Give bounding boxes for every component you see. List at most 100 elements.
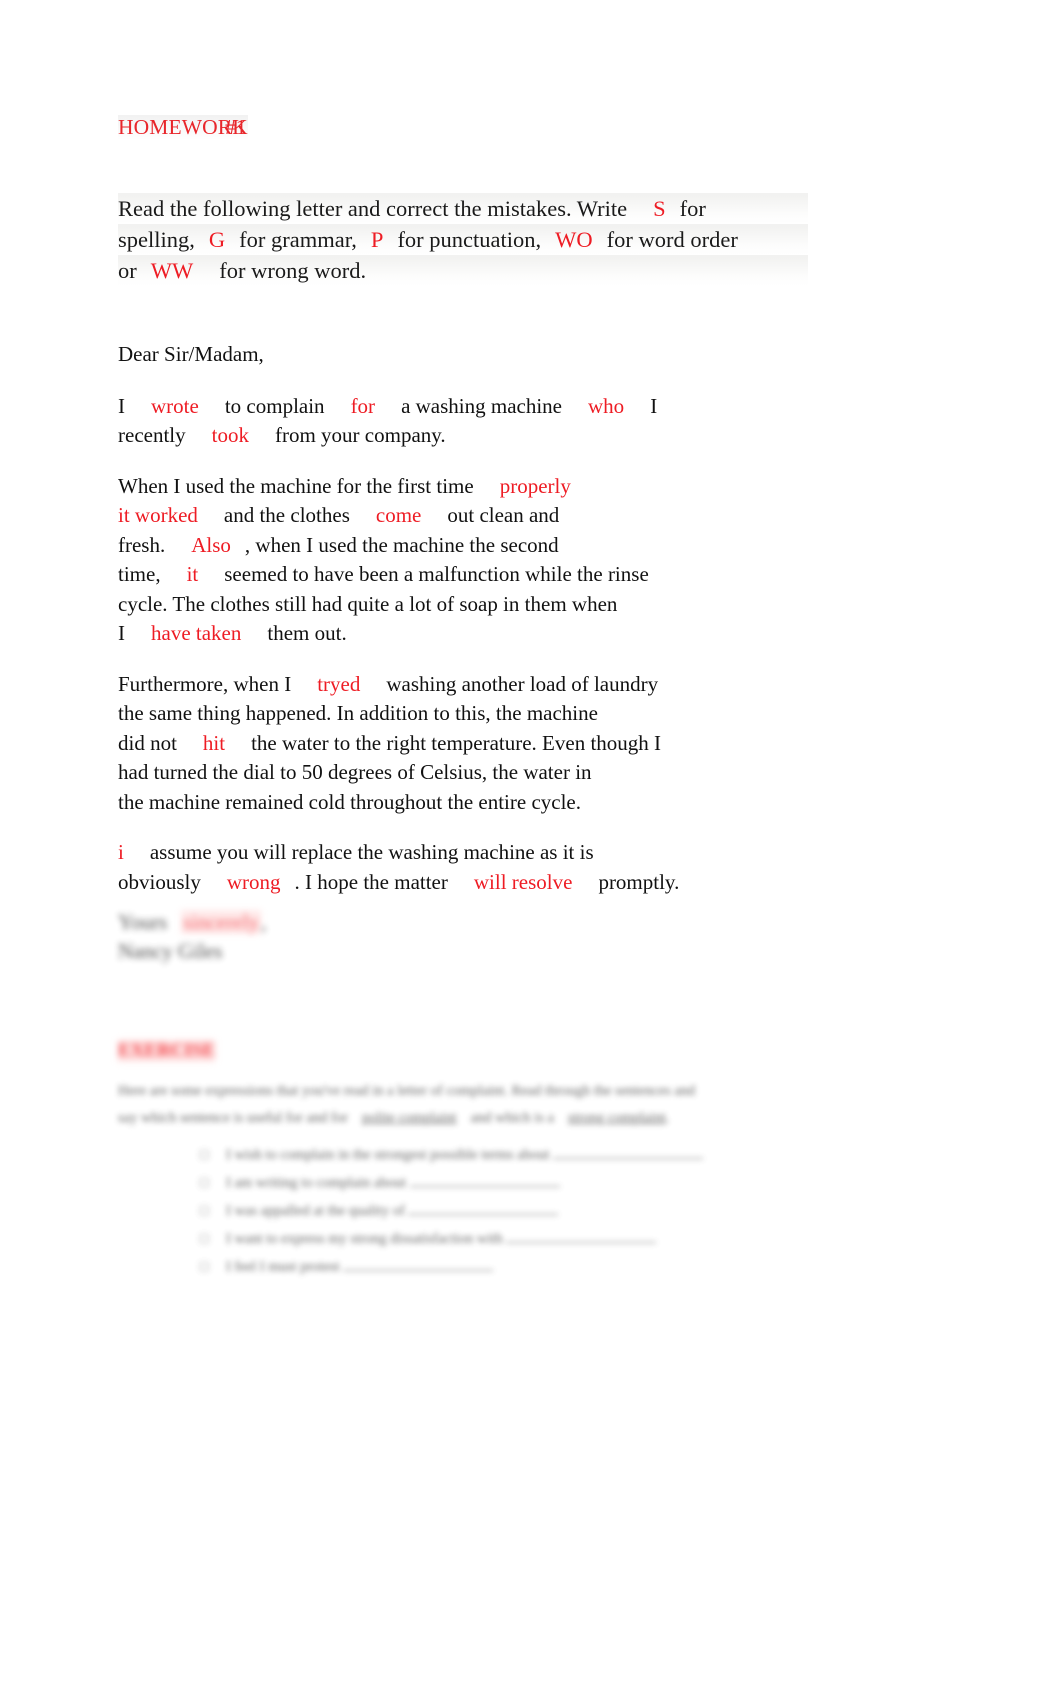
exercise-list-item[interactable]: I was appalled at the quality of (200, 1198, 860, 1225)
instructions-line1-text-a: Read the following letter and correct th… (118, 196, 628, 221)
exercise-item-text: I want to express my strong dissatisfact… (226, 1231, 503, 1247)
exercise-answer-blank[interactable] (343, 1256, 494, 1271)
letter-paragraph: i assume you will replace the washing mac… (118, 838, 878, 897)
exercise-list-item[interactable]: I am writing to complain about (200, 1170, 860, 1197)
exercise-intro-text-c: . (665, 1110, 670, 1126)
letter-text: to complain (224, 393, 325, 418)
letter-paragraphs: Iwrote to complain for a washing machine who… (118, 392, 878, 898)
correction-word: Also (191, 532, 231, 557)
exercise-item-text: I was appalled at the quality of (226, 1203, 405, 1219)
instructions-line1-text-b: for (679, 196, 706, 221)
exercise-answer-blank[interactable] (506, 1228, 657, 1243)
letter-line: Furthermore, when I tryed washing another … (118, 670, 878, 700)
letter-text: them out. (267, 621, 347, 645)
letter-text: Furthermore, when I (118, 671, 292, 696)
letter-salutation: Dear Sir/Madam, (118, 342, 264, 366)
letter-text: did not (118, 730, 177, 755)
correction-word: it (186, 562, 199, 586)
letter-text: , when I used the machine the second (244, 532, 559, 557)
correction-word: wrong (226, 869, 281, 894)
exercise-answer-blank[interactable] (553, 1144, 704, 1159)
instructions-line3-text-b: for wrong word. (219, 258, 367, 283)
correction-word: hit (202, 730, 226, 755)
signature-name: Nancy Giles (118, 939, 223, 963)
code-spelling: S (653, 196, 666, 221)
exercise-intro: Here are some expressions that you've re… (118, 1078, 853, 1132)
letter-text: the water to the right temperature. Even… (251, 730, 662, 755)
letter-line: did not hit the water to the right tempera… (118, 729, 878, 759)
letter-text: time, (118, 562, 161, 586)
exercise-answer-blank[interactable] (409, 1172, 560, 1187)
instructions-line3-text-a: or (118, 258, 137, 283)
letter-text: I (650, 393, 658, 418)
letter-line: i assume you will replace the washing mac… (118, 838, 878, 868)
letter-text: promptly. (598, 869, 680, 894)
letter-text: assume you will replace the washing mach… (149, 840, 594, 864)
letter-line: the machine remained cold throughout the… (118, 788, 878, 818)
exercise-list-item[interactable]: I wish to complain in the strongest poss… (200, 1142, 860, 1169)
letter-text: out clean and (447, 503, 560, 527)
letter-paragraph: When I used the machine for the first ti… (118, 472, 878, 649)
exercise-list-item[interactable]: I want to express my strong dissatisfact… (200, 1226, 860, 1253)
letter-line: Ihave taken them out. (118, 619, 878, 649)
letter-line: Iwrote to complain for a washing machine who… (118, 392, 878, 422)
correction-word: wrote (151, 393, 199, 418)
letter-text: obviously (118, 869, 201, 894)
letter-line: it worked and the clothes come out clean an… (118, 501, 878, 531)
letter-line: time, it seemed to have been a malfunction… (118, 560, 878, 590)
letter-text: When I used the machine for the first ti… (118, 473, 474, 498)
correction-word: who (588, 393, 625, 418)
letter-text: the machine remained cold throughout the… (118, 789, 581, 814)
letter-line: cycle. The clothes still had quite a lot… (118, 590, 878, 620)
instructions-line-1: Read the following letter and correct th… (118, 193, 808, 224)
correction-word: have taken (151, 621, 242, 645)
instructions-line2-text-b: for grammar, (239, 227, 357, 252)
letter-text: had turned the dial to 50 degrees of Cel… (118, 760, 592, 784)
document-page: HOMEWORK #1 Read the following letter an… (0, 0, 1062, 1686)
code-grammar: G (208, 227, 226, 252)
letter-text: seemed to have been a malfunction while … (224, 562, 649, 586)
letter-line: the same thing happened. In addition to … (118, 699, 878, 729)
letter-text: . I hope the matter (294, 869, 448, 894)
letter-text: recently (118, 423, 186, 447)
correction-word: i (118, 840, 124, 864)
instructions-line2-text-c: for punctuation, (397, 227, 542, 252)
correction-word: come (375, 503, 422, 527)
letter-paragraph: Furthermore, when I tryed washing another … (118, 670, 878, 818)
exercise-intro-polite-complaint: polite complaint (361, 1110, 457, 1126)
instructions-line2-text-a: spelling, (118, 227, 195, 252)
exercise-list-item[interactable]: I feel I must protest (200, 1254, 860, 1281)
correction-word: tryed (317, 671, 361, 696)
signature-closing-highlight: sincerely (181, 910, 262, 934)
correction-word: took (211, 423, 249, 447)
correction-word: properly (499, 473, 571, 498)
code-word-order: WO (555, 227, 593, 252)
exercise-item-text: I am writing to complain about (226, 1175, 407, 1191)
letter-paragraph: Iwrote to complain for a washing machine who… (118, 392, 878, 451)
instructions-line2-text-d: for word order (606, 227, 738, 252)
code-punctuation: P (370, 227, 384, 252)
letter-text: and the clothes (223, 503, 350, 527)
letter-text: fresh. (118, 532, 166, 557)
instructions-line-3: or WW for wrong word. (118, 255, 808, 286)
exercise-answer-blank[interactable] (408, 1200, 559, 1215)
exercise-intro-text-b: and which is a (470, 1110, 554, 1126)
letter-line: fresh. Also , when I used the machine the … (118, 531, 878, 561)
exercise-intro-line-2: say which sentence is useful for and for… (118, 1105, 853, 1132)
exercise-intro-text-a: say which sentence is useful for and for (118, 1110, 348, 1126)
page-title-number: #1 (225, 115, 247, 139)
correction-word: for (350, 393, 376, 418)
signature-closing-line: Yours sincerely, (118, 908, 458, 937)
letter-signature: Yours sincerely, Nancy Giles (118, 908, 458, 966)
letter-text: cycle. The clothes still had quite a lot… (118, 591, 618, 616)
letter-text: from your company. (274, 423, 446, 447)
correction-word: it worked (118, 503, 198, 527)
letter-text: I (118, 393, 125, 418)
letter-line: recently took from your company. (118, 421, 878, 451)
letter-line: When I used the machine for the first ti… (118, 472, 878, 502)
correction-word: will resolve (473, 869, 573, 894)
exercise-heading: EXERCISE (118, 1040, 216, 1062)
exercise-item-text: I wish to complain in the strongest poss… (226, 1147, 550, 1163)
letter-text: the same thing happened. In addition to … (118, 701, 598, 725)
exercise-checklist[interactable]: I wish to complain in the strongest poss… (200, 1142, 860, 1282)
